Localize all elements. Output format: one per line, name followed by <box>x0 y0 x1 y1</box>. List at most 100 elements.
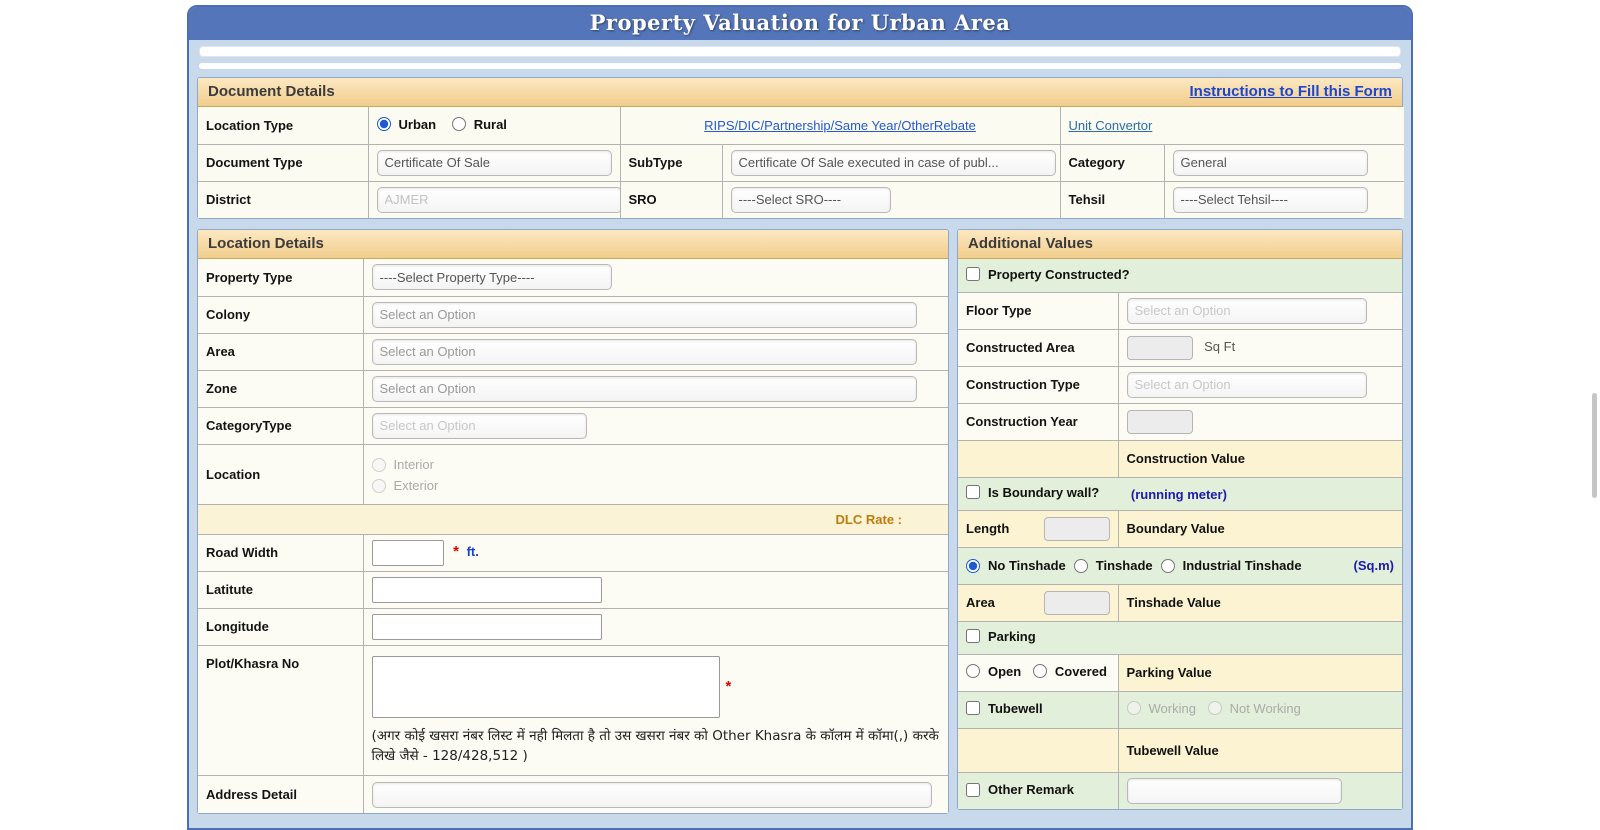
industrial-tinshade-option[interactable]: Industrial Tinshade <box>1160 558 1302 573</box>
industrial-tinshade-radio[interactable] <box>1160 558 1175 573</box>
unit-convertor-link[interactable]: Unit Convertor <box>1069 118 1153 133</box>
longitude-input[interactable] <box>371 613 602 640</box>
urban-label: Urban <box>398 116 437 132</box>
app-title-bar: Property Valuation for Urban Area <box>189 7 1411 40</box>
other-remark-option[interactable]: Other Remark <box>966 782 1074 797</box>
tinshade-radio[interactable] <box>1073 558 1088 573</box>
other-remark-input[interactable] <box>1126 777 1342 804</box>
interior-radio-option[interactable]: Interior <box>371 457 941 472</box>
exterior-radio-option[interactable]: Exterior <box>371 478 929 493</box>
interior-radio[interactable] <box>371 457 386 472</box>
subtype-input[interactable] <box>730 149 1056 176</box>
address-detail-input[interactable] <box>371 781 932 808</box>
open-option[interactable]: Open <box>966 664 1021 679</box>
tinshade-option[interactable]: Tinshade <box>1073 558 1153 573</box>
construction-type-select[interactable] <box>1126 371 1367 398</box>
categorytype-input[interactable] <box>371 412 587 439</box>
covered-option[interactable]: Covered <box>1032 664 1107 679</box>
property-constructed-row: Property Constructed? <box>957 258 1403 293</box>
address-detail-label: Address Detail <box>197 775 364 814</box>
browser-scrollbar-thumb[interactable] <box>1592 393 1597 498</box>
not-working-radio[interactable] <box>1207 701 1222 716</box>
other-remark-row: Other Remark <box>957 771 1403 810</box>
property-constructed-label: Property Constructed? <box>988 266 1130 282</box>
parking-row: Parking <box>957 620 1403 655</box>
document-details-header: Document Details Instructions to Fill th… <box>198 78 1402 107</box>
boundary-wall-label: Is Boundary wall? <box>988 484 1100 500</box>
floor-type-select[interactable] <box>1126 297 1367 324</box>
latitude-input[interactable] <box>371 576 602 603</box>
tehsil-select[interactable] <box>1172 186 1368 213</box>
construction-year-input[interactable] <box>1126 409 1193 434</box>
document-type-input[interactable] <box>376 149 612 176</box>
boundary-wall-option[interactable]: Is Boundary wall? <box>966 485 1099 500</box>
zone-label: Zone <box>197 369 364 408</box>
property-constructed-checkbox[interactable] <box>966 267 980 281</box>
boundary-wall-checkbox[interactable] <box>966 485 980 500</box>
property-valuation-window: Property Valuation for Urban Area Docume… <box>187 5 1413 830</box>
sro-select[interactable] <box>730 186 891 213</box>
property-type-select[interactable] <box>371 264 612 291</box>
parking-label: Parking <box>988 628 1036 644</box>
dlc-rate-row: DLC Rate : <box>197 503 949 535</box>
road-width-label: Road Width <box>197 533 364 572</box>
interior-label: Interior <box>393 457 434 472</box>
road-width-unit: ft. <box>466 543 479 559</box>
category-input[interactable] <box>1172 149 1368 176</box>
boundary-wall-row: Is Boundary wall? (running meter) <box>957 476 1403 511</box>
location-type-row: Location Type Urban Rural RIPS/DIC/Partn… <box>197 106 1405 145</box>
district-input[interactable] <box>376 186 619 213</box>
additional-values-title: Additional Values <box>968 235 1094 252</box>
district-label: District <box>197 180 369 219</box>
not-working-option[interactable]: Not Working <box>1207 701 1301 716</box>
zone-input[interactable] <box>371 375 917 402</box>
district-row: District SRO Tehsil <box>197 180 1405 219</box>
constructed-area-input[interactable] <box>1126 335 1193 360</box>
area-row: Area <box>197 332 949 371</box>
constructed-area-row: Constructed Area Sq Ft <box>957 328 1403 367</box>
latitude-row: Latitute <box>197 570 949 609</box>
other-remark-checkbox[interactable] <box>966 782 980 797</box>
construction-type-row: Construction Type <box>957 365 1403 404</box>
plot-khasra-textarea[interactable] <box>371 655 720 718</box>
exterior-radio[interactable] <box>371 478 386 493</box>
running-meter-note: (running meter) <box>1130 487 1227 503</box>
working-option[interactable]: Working <box>1126 701 1196 716</box>
open-radio[interactable] <box>966 664 980 679</box>
property-constructed-option[interactable]: Property Constructed? <box>966 267 1130 282</box>
additional-values-section: Additional Values Property Constructed? <box>957 229 1403 810</box>
rebate-link[interactable]: RIPS/DIC/Partnership/Same Year/OtherReba… <box>704 118 976 133</box>
tinshade-area-label: Area <box>966 595 995 610</box>
area-input[interactable] <box>371 338 917 365</box>
urban-radio-option[interactable]: Urban <box>376 116 437 132</box>
no-tinshade-radio[interactable] <box>966 558 980 573</box>
no-tinshade-label: No Tinshade <box>988 558 1066 573</box>
colony-input[interactable] <box>371 301 917 328</box>
exterior-label: Exterior <box>393 478 439 493</box>
parking-option[interactable]: Parking <box>966 629 1036 644</box>
plot-khasra-label: Plot/Khasra No <box>197 644 364 777</box>
tinshade-area-row: Area Tinshade Value <box>957 583 1403 622</box>
rural-radio-option[interactable]: Rural <box>451 117 507 132</box>
working-radio[interactable] <box>1126 701 1141 716</box>
instructions-link[interactable]: Instructions to Fill this Form <box>1190 83 1393 100</box>
parking-value-label: Parking Value <box>1117 653 1403 692</box>
tinshade-area-input[interactable] <box>1043 590 1110 615</box>
tubewell-checkbox[interactable] <box>966 701 980 716</box>
construction-type-label: Construction Type <box>957 365 1119 404</box>
parking-checkbox[interactable] <box>966 629 980 644</box>
latitude-label: Latitute <box>197 570 364 609</box>
rural-radio[interactable] <box>451 117 466 131</box>
tinshade-row: No Tinshade Tinshade Industrial Tinshade <box>957 546 1403 585</box>
khasra-note: (अगर कोई खसरा नंबर लिस्ट में नही मिलता ह… <box>371 727 939 765</box>
road-width-input[interactable] <box>371 539 444 566</box>
urban-radio[interactable] <box>376 117 391 131</box>
covered-radio[interactable] <box>1032 664 1047 679</box>
floor-type-label: Floor Type <box>957 291 1119 330</box>
tubewell-option[interactable]: Tubewell <box>966 701 1043 716</box>
document-details-title: Document Details <box>208 83 335 100</box>
length-input[interactable] <box>1043 516 1110 541</box>
no-tinshade-option[interactable]: No Tinshade <box>966 558 1066 573</box>
dlc-rate-label: DLC Rate : <box>835 511 902 527</box>
longitude-row: Longitude <box>197 607 949 646</box>
